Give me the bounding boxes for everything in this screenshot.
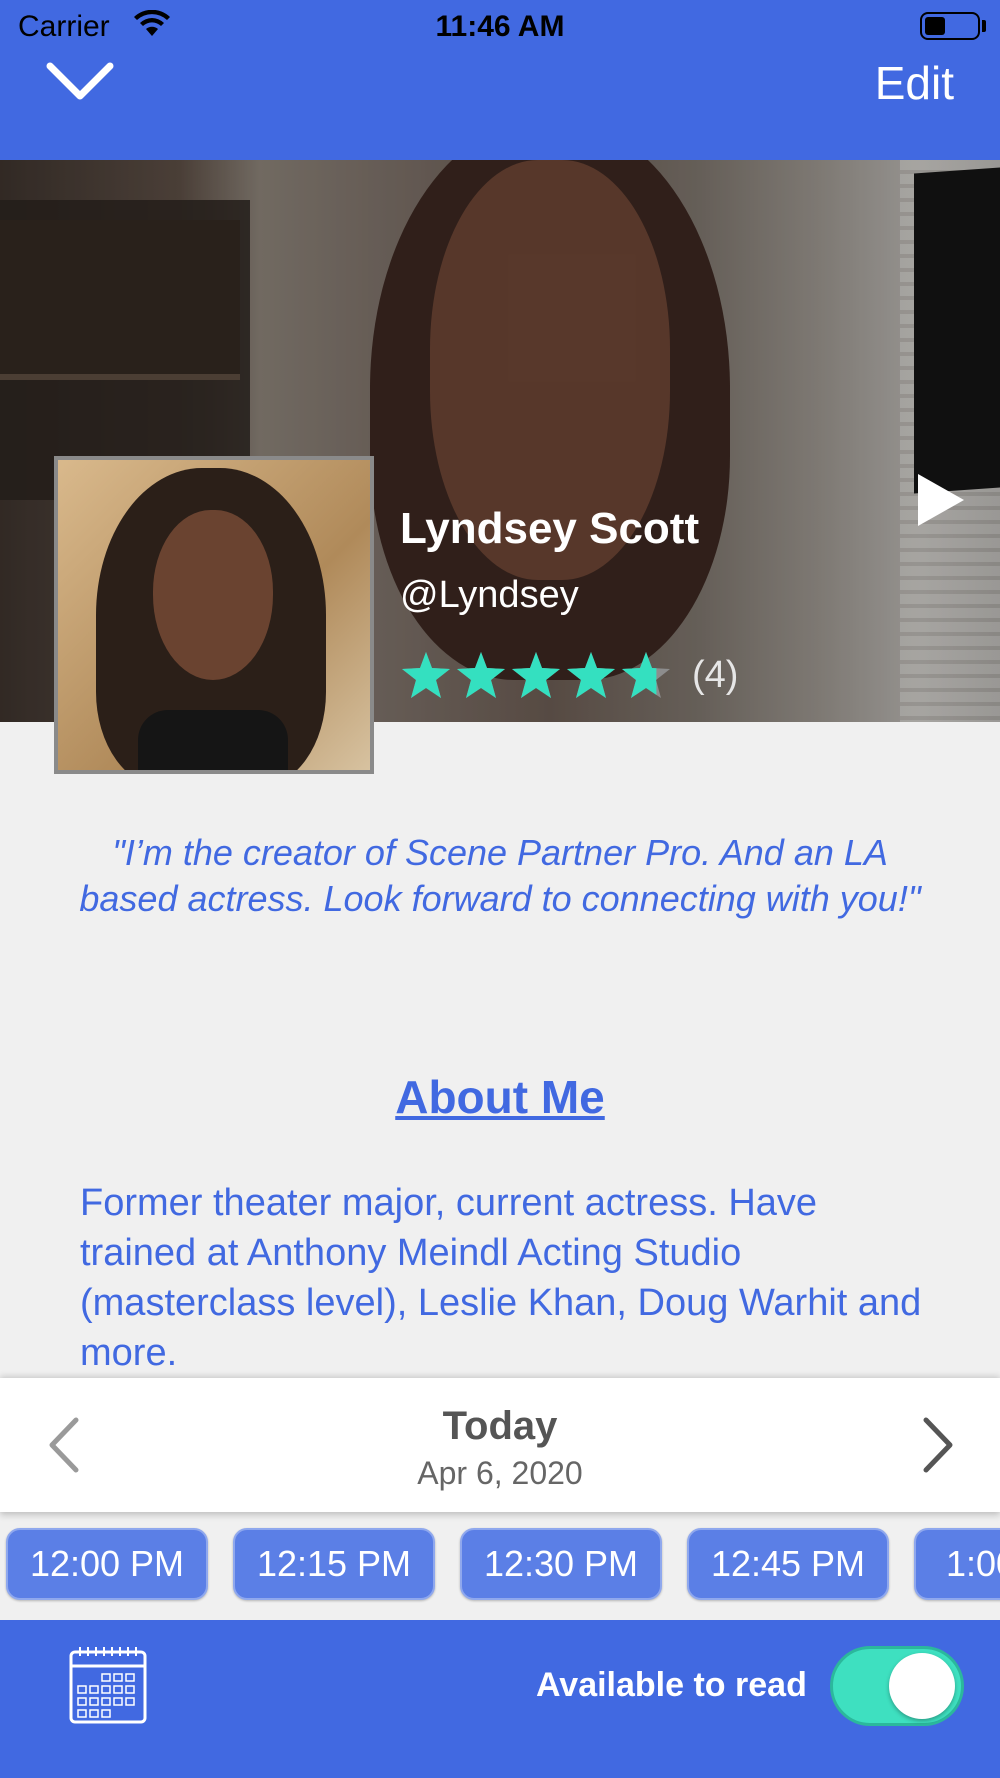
battery-icon xyxy=(920,12,980,40)
toggle-knob xyxy=(889,1653,955,1719)
top-bar: Carrier 11:46 AM Edit xyxy=(0,0,1000,160)
edit-button[interactable]: Edit xyxy=(875,56,954,110)
about-me-link[interactable]: About Me xyxy=(0,1070,1000,1124)
star-icon xyxy=(457,652,505,698)
star-icon xyxy=(567,652,615,698)
chevron-down-icon[interactable] xyxy=(44,60,116,104)
profile-name: Lyndsey Scott xyxy=(400,504,700,553)
available-to-read-label: Available to read xyxy=(536,1666,807,1704)
time-slot-button[interactable]: 1:00 PM xyxy=(914,1528,1000,1600)
time-slot-button[interactable]: 12:00 PM xyxy=(6,1528,208,1600)
time-slot-button[interactable]: 12:45 PM xyxy=(687,1528,889,1600)
available-to-read-toggle[interactable] xyxy=(830,1646,964,1726)
star-rating xyxy=(400,650,675,700)
profile-quote: "I’m the creator of Scene Partner Pro. A… xyxy=(79,832,921,919)
time-slot-button[interactable]: 12:15 PM xyxy=(233,1528,435,1600)
time-slot-list: 12:00 PM 12:15 PM 12:30 PM 12:45 PM 1:00… xyxy=(0,1512,1000,1620)
profile-avatar xyxy=(54,456,374,774)
status-bar: Carrier 11:46 AM xyxy=(0,0,1000,56)
date-day-label: Today xyxy=(442,1404,558,1448)
battery-nub xyxy=(982,20,986,32)
status-time: 11:46 AM xyxy=(435,10,565,43)
star-icon xyxy=(402,652,450,698)
date-label: Apr 6, 2020 xyxy=(417,1455,583,1491)
play-icon[interactable] xyxy=(914,470,968,530)
profile-handle: @Lyndsey xyxy=(400,574,579,616)
time-slot-button[interactable]: 12:30 PM xyxy=(460,1528,662,1600)
about-me-text: Former theater major, current actress. H… xyxy=(80,1182,922,1374)
star-icon xyxy=(622,652,670,698)
chevron-right-icon[interactable] xyxy=(918,1416,958,1474)
star-icon xyxy=(512,652,560,698)
calendar-icon[interactable] xyxy=(68,1644,148,1726)
rating-count: (4) xyxy=(692,654,739,696)
